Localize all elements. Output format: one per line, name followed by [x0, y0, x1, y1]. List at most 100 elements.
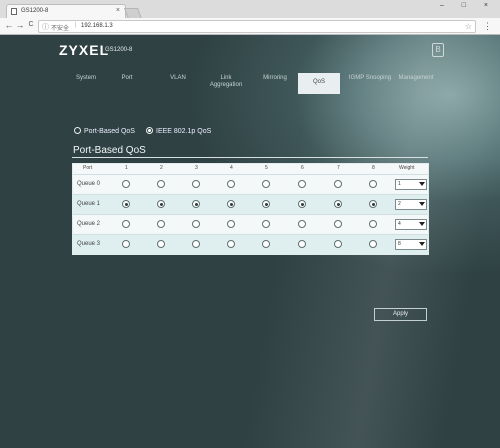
queue3-port1-radio[interactable] — [122, 240, 130, 248]
tab-title: GS1200-8 — [21, 8, 49, 14]
col-header-4: 4 — [230, 165, 233, 171]
col-header-weight: Weight — [399, 165, 415, 171]
queue0-port4-radio[interactable] — [227, 180, 235, 188]
address-row: ← → C ⓘ 不安全 | 192.168.1.3 ☆ ⋮ — [0, 18, 500, 34]
info-icon[interactable]: ⓘ — [42, 22, 49, 32]
queue3-port7-radio[interactable] — [334, 240, 342, 248]
forward-icon[interactable]: → — [15, 20, 25, 30]
address-separator: | — [75, 22, 77, 28]
queue3-weight-select[interactable]: 8 — [395, 239, 427, 250]
brand-logo: ZYXEL — [59, 42, 110, 58]
queue1-port3-radio[interactable] — [192, 200, 200, 208]
queue0-port7-radio[interactable] — [334, 180, 342, 188]
queue1-weight-value: 2 — [398, 201, 401, 207]
queue1-weight-select[interactable]: 2 — [395, 199, 427, 210]
col-header-6: 6 — [301, 165, 304, 171]
queue2-port2-radio[interactable] — [157, 220, 165, 228]
ieee-qos-radio[interactable] — [146, 127, 153, 134]
page-icon — [11, 8, 17, 15]
router-page: ZYXEL GS1200-8 B System Port VLAN Link A… — [0, 35, 500, 448]
qos-table: Port 1 2 3 4 5 6 7 8 Weight Queue 0 1 Qu… — [72, 163, 429, 255]
table-row: Queue 2 4 — [73, 214, 428, 234]
url-text[interactable]: 192.168.1.3 — [81, 23, 113, 29]
col-header-2: 2 — [160, 165, 163, 171]
table-row: Queue 3 8 — [73, 234, 428, 254]
queue2-port5-radio[interactable] — [262, 220, 270, 228]
port-based-qos-label: Port-Based QoS — [84, 128, 135, 135]
queue1-port6-radio[interactable] — [298, 200, 306, 208]
queue1-port2-radio[interactable] — [157, 200, 165, 208]
queue3-port4-radio[interactable] — [227, 240, 235, 248]
queue0-weight-select[interactable]: 1 — [395, 179, 427, 190]
menu-vlan[interactable]: VLAN — [160, 75, 196, 82]
device-model: GS1200-8 — [105, 47, 133, 53]
menu-mirroring[interactable]: Mirroring — [255, 75, 295, 82]
tab-close-icon[interactable]: × — [116, 7, 120, 14]
queue1-port7-radio[interactable] — [334, 200, 342, 208]
col-header-8: 8 — [372, 165, 375, 171]
queue1-port5-radio[interactable] — [262, 200, 270, 208]
queue3-weight-value: 8 — [398, 241, 401, 247]
back-icon[interactable]: ← — [4, 20, 14, 30]
queue3-port2-radio[interactable] — [157, 240, 165, 248]
queue0-port1-radio[interactable] — [122, 180, 130, 188]
menu-management[interactable]: Management — [394, 75, 438, 82]
menu-igmp-snooping[interactable]: IGMP Snooping — [348, 75, 392, 82]
queue2-port7-radio[interactable] — [334, 220, 342, 228]
queue1-port8-radio[interactable] — [369, 200, 377, 208]
queue2-port6-radio[interactable] — [298, 220, 306, 228]
security-label: 不安全 — [51, 26, 70, 32]
apply-button[interactable]: Apply — [374, 308, 427, 321]
col-header-3: 3 — [195, 165, 198, 171]
queue2-port4-radio[interactable] — [227, 220, 235, 228]
queue0-weight-value: 1 — [398, 181, 401, 187]
col-header-1: 1 — [125, 165, 128, 171]
browser-menu-icon[interactable]: ⋮ — [483, 21, 492, 32]
queue0-port3-radio[interactable] — [192, 180, 200, 188]
ieee-qos-option[interactable]: IEEE 802.1p QoS — [146, 127, 211, 135]
row-label: Queue 2 — [77, 221, 101, 227]
queue3-port8-radio[interactable] — [369, 240, 377, 248]
port-based-qos-option[interactable]: Port-Based QoS — [74, 127, 135, 135]
queue2-port3-radio[interactable] — [192, 220, 200, 228]
queue0-port8-radio[interactable] — [369, 180, 377, 188]
menu-port[interactable]: Port — [115, 75, 139, 82]
queue0-port2-radio[interactable] — [157, 180, 165, 188]
window-controls[interactable]: – □ × — [440, 2, 496, 9]
queue2-weight-value: 4 — [398, 221, 401, 227]
row-label: Queue 3 — [77, 241, 101, 247]
queue1-port1-radio[interactable] — [122, 200, 130, 208]
table-row: Queue 1 2 — [73, 194, 428, 214]
address-bar[interactable]: ⓘ 不安全 | 192.168.1.3 — [38, 20, 476, 33]
queue2-weight-select[interactable]: 4 — [395, 219, 427, 230]
row-label: Queue 1 — [77, 201, 101, 207]
queue2-port1-radio[interactable] — [122, 220, 130, 228]
menu-system[interactable]: System — [70, 75, 102, 82]
queue3-port6-radio[interactable] — [298, 240, 306, 248]
queue3-port5-radio[interactable] — [262, 240, 270, 248]
logout-icon[interactable]: B — [432, 43, 444, 57]
reload-icon[interactable]: C — [26, 21, 36, 28]
chevron-down-icon — [419, 222, 425, 226]
queue3-port3-radio[interactable] — [192, 240, 200, 248]
queue1-port4-radio[interactable] — [227, 200, 235, 208]
chevron-down-icon — [419, 242, 425, 246]
browser-tab[interactable]: GS1200-8 × — [6, 4, 126, 18]
main-menu: System Port VLAN Link Aggregation Mirror… — [60, 73, 440, 97]
col-header-7: 7 — [337, 165, 340, 171]
chevron-down-icon — [419, 182, 425, 186]
section-divider — [72, 157, 428, 158]
menu-qos[interactable]: QoS — [298, 73, 340, 94]
ieee-qos-label: IEEE 802.1p QoS — [156, 128, 212, 135]
col-header-5: 5 — [265, 165, 268, 171]
queue0-port6-radio[interactable] — [298, 180, 306, 188]
col-header-port: Port — [83, 165, 93, 171]
chevron-down-icon — [419, 202, 425, 206]
menu-link-aggregation[interactable]: Link Aggregation — [206, 75, 246, 89]
row-label: Queue 0 — [77, 181, 101, 187]
bookmark-star-icon[interactable]: ☆ — [465, 22, 472, 31]
queue0-port5-radio[interactable] — [262, 180, 270, 188]
port-based-qos-radio[interactable] — [74, 127, 81, 134]
queue2-port8-radio[interactable] — [369, 220, 377, 228]
browser-chrome: GS1200-8 × – □ × ← → C ⓘ 不安全 | 192.168.1… — [0, 0, 500, 35]
